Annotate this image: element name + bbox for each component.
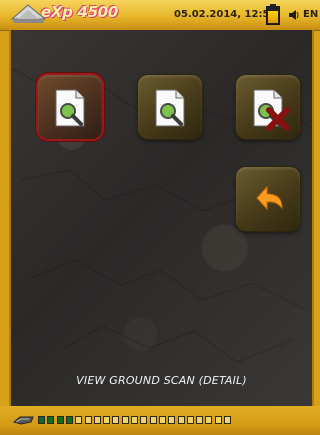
- view-ground-scan-detail-button[interactable]: [38, 75, 102, 139]
- language-indicator[interactable]: EN: [303, 9, 318, 20]
- progress-segment: [75, 416, 83, 424]
- brand-name: eXp 4500: [41, 3, 119, 21]
- document-delete-icon: [253, 89, 290, 131]
- delete-scan-button[interactable]: [236, 75, 300, 139]
- top-status-bar: eXp 4500 05.02.2014, 12:56 EN: [0, 0, 320, 31]
- progress-segment: [177, 416, 185, 424]
- progress-segment: [84, 416, 92, 424]
- battery-icon: [266, 4, 280, 25]
- document-search-icon: [55, 89, 85, 127]
- bottom-status-bar: [0, 406, 320, 435]
- date-time-display: 05.02.2014, 12:56: [174, 9, 277, 20]
- progress-segment: [140, 416, 148, 424]
- speaker-icon: [289, 10, 299, 20]
- device-icon: [13, 416, 34, 425]
- back-button[interactable]: [236, 167, 300, 231]
- progress-segment: [186, 416, 194, 424]
- progress-segment: [56, 416, 64, 424]
- progress-segment: [214, 416, 222, 424]
- progress-segment: [112, 416, 120, 424]
- document-search-icon: [155, 89, 185, 127]
- progress-segment: [131, 416, 138, 424]
- progress-segment: [93, 416, 101, 424]
- progress-segment: [65, 416, 73, 424]
- battery-level-fill: [268, 11, 278, 23]
- main-panel: VIEW GROUND SCAN (DETAIL): [9, 30, 314, 406]
- progress-segment: [149, 416, 157, 424]
- progress-segment: [196, 416, 204, 424]
- progress-segment: [103, 416, 111, 424]
- progress-segment: [158, 416, 166, 424]
- back-arrow-icon: [256, 185, 283, 211]
- status-message: VIEW GROUND SCAN (DETAIL): [76, 374, 247, 387]
- progress-segment: [38, 416, 45, 424]
- progress-segment: [205, 416, 213, 424]
- progress-segment: [47, 416, 55, 424]
- progress-segment: [168, 416, 176, 424]
- progress-segment: [224, 416, 231, 424]
- view-ground-scan-overview-button[interactable]: [138, 75, 202, 139]
- progress-segment: [121, 416, 129, 424]
